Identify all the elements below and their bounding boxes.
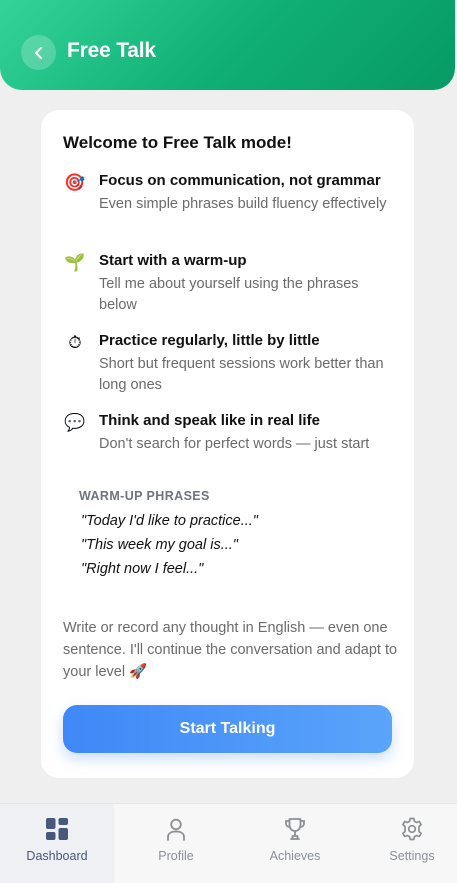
nav-item-profile[interactable]: Profile <box>119 804 233 883</box>
nav-label: Settings <box>389 849 435 863</box>
tip-title: Focus on communication, not grammar <box>99 172 381 189</box>
seedling-icon: 🌱 <box>64 253 86 273</box>
free-talk-screen: Free Talk Welcome to Free Talk mode! 🎯 F… <box>0 0 457 883</box>
nav-item-settings[interactable]: Settings <box>355 804 457 883</box>
page-title: Free Talk <box>67 39 156 62</box>
warmup-phrase: "This week my goal is..." <box>81 537 238 553</box>
bottom-nav: Dashboard Profile Achieves Settings <box>0 803 457 883</box>
start-talking-button[interactable]: Start Talking <box>63 705 392 753</box>
warmup-phrase: "Right now I feel..." <box>81 561 204 577</box>
chevron-left-icon <box>34 46 42 59</box>
warmup-phrase: "Today I'd like to practice..." <box>81 513 258 529</box>
tip-title: Think and speak like in real life <box>99 412 320 429</box>
tip-description: Tell me about yourself using the phrases… <box>99 276 359 313</box>
tip-title: Practice regularly, little by little <box>99 332 320 349</box>
welcome-card: Welcome to Free Talk mode! 🎯 Focus on co… <box>41 110 414 778</box>
back-button[interactable] <box>21 35 56 70</box>
nav-label: Profile <box>158 849 194 863</box>
profile-icon <box>167 818 185 841</box>
nav-label: Dashboard <box>26 849 88 863</box>
header-bar: Free Talk <box>0 0 455 90</box>
gear-icon <box>402 817 422 841</box>
trophy-icon <box>285 818 305 840</box>
nav-item-achieves[interactable]: Achieves <box>238 804 352 883</box>
dashboard-icon <box>46 818 68 840</box>
tip-description: Short but frequent sessions work better … <box>99 356 384 393</box>
nav-item-dashboard[interactable]: Dashboard <box>0 804 114 883</box>
stopwatch-icon: ⏱ <box>68 333 82 353</box>
speech-bubble-icon: 💬 <box>64 413 86 433</box>
nav-label: Achieves <box>269 849 321 863</box>
instructions-text: Write or record any thought in English —… <box>63 620 398 680</box>
tip-description: Even simple phrases build fluency effect… <box>99 196 387 212</box>
warmup-phrases-label: WARM-UP PHRASES <box>79 489 210 503</box>
tip-title: Start with a warm-up <box>99 252 247 269</box>
target-icon: 🎯 <box>64 173 86 193</box>
card-title: Welcome to Free Talk mode! <box>63 133 292 152</box>
tip-description: Don't search for perfect words — just st… <box>99 436 370 452</box>
